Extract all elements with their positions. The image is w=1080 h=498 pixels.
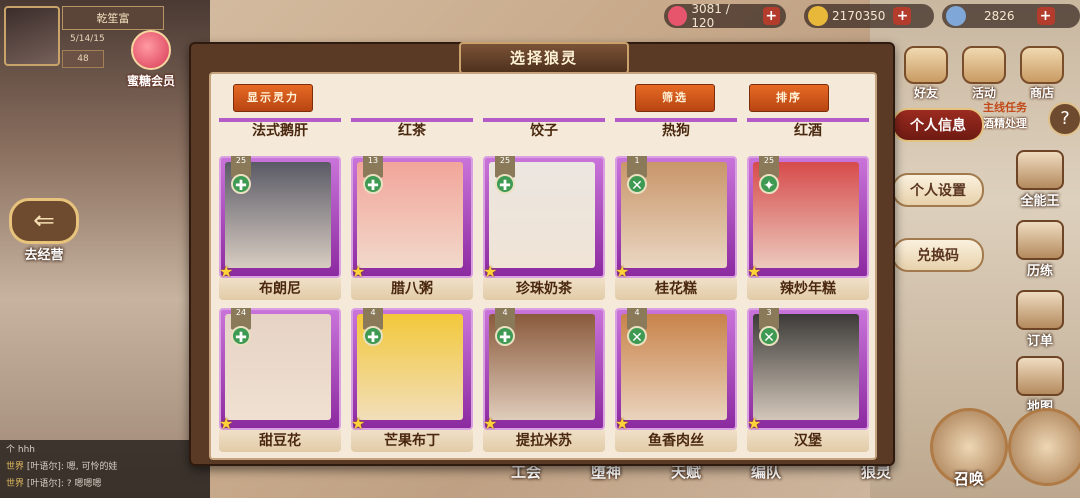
- spirit-name: 热狗: [662, 123, 690, 139]
- spirit-card[interactable]: 25 ✚ ★ 珍珠奶茶: [483, 156, 605, 300]
- chat-header: 个 hhh: [6, 445, 35, 455]
- spirit-name: 法式鹅肝: [252, 123, 308, 139]
- element-badge-icon: ✚: [363, 174, 383, 194]
- training-icon: [1016, 220, 1064, 260]
- map-icon: [1016, 356, 1064, 396]
- spirit-card[interactable]: 24 ✚ ★ 甜豆花: [219, 308, 341, 452]
- chat-line: 世界 [叶语尔]: 嗯, 可怜的娃: [6, 462, 118, 472]
- element-badge-icon: ✕: [627, 326, 647, 346]
- go-shop-label: 去经营: [24, 248, 64, 263]
- element-badge-icon: ✚: [495, 326, 515, 346]
- spirit-card[interactable]: 25 ✚ ★ 布朗尼: [219, 156, 341, 300]
- add-coins-button[interactable]: +: [893, 7, 912, 25]
- element-badge-icon: ✚: [231, 174, 251, 194]
- shop-button[interactable]: 商店: [1020, 46, 1064, 101]
- spirit-name: 提拉米苏: [483, 430, 605, 452]
- summon-button[interactable]: 召唤: [930, 408, 1008, 488]
- spirit-grid[interactable]: 法式鹅肝 红茶 饺子 热狗 红酒 25 ✚ ★ 布朗尼 13 ✚ ★ 腊八粥 25 ✚ ★ 珍珠奶茶 1 ✕ ★ 桂花…: [211, 118, 875, 458]
- element-badge-icon: ✚: [231, 326, 251, 346]
- spirit-card[interactable]: 1 ✕ ★ 桂花糕: [615, 156, 737, 300]
- events-button[interactable]: 活动: [962, 46, 1006, 101]
- friends-icon: [904, 46, 948, 84]
- spirit-name: 饺子: [530, 123, 558, 139]
- add-crystals-button[interactable]: +: [1036, 7, 1055, 25]
- friends-button[interactable]: 好友: [904, 46, 948, 101]
- element-badge-icon: ✕: [759, 326, 779, 346]
- spirit-name: 桂花糕: [615, 278, 737, 300]
- stamina-value: 3081 / 120: [691, 2, 730, 30]
- redeem-code-button[interactable]: 兑换码: [892, 238, 984, 272]
- add-stamina-button[interactable]: +: [762, 7, 780, 25]
- spirit-card[interactable]: 4 ✚ ★ 芒果布丁: [351, 308, 473, 452]
- player-avatar[interactable]: [4, 6, 60, 66]
- coin-icon: [808, 6, 828, 26]
- dialog-content: 显示灵力 筛选 排序 法式鹅肝 红茶 饺子 热狗 红酒 25 ✚ ★ 布朗尼 13 ✚ ★ 腊八粥 25…: [209, 72, 877, 460]
- coins-resource: 2170350 +: [804, 4, 934, 28]
- dialog-title: 选择狼灵: [459, 42, 629, 74]
- spirit-name: 辣炒年糕: [747, 278, 869, 300]
- candy-icon: [131, 30, 171, 70]
- back-arrow-icon: ⇐: [9, 198, 79, 244]
- select-spirit-dialog: 选择狼灵 显示灵力 筛选 排序 法式鹅肝 红茶 饺子 热狗 红酒 25 ✚ ★ 布朗尼 13 ✚ ★…: [189, 42, 895, 466]
- crystals-resource: 2826 +: [942, 4, 1080, 28]
- element-badge-icon: ✦: [759, 174, 779, 194]
- training-button[interactable]: 历练: [1010, 220, 1070, 279]
- cooking-button[interactable]: [1008, 408, 1080, 486]
- heart-icon: [668, 6, 688, 26]
- element-badge-icon: ✚: [363, 326, 383, 346]
- order-icon: [1016, 290, 1064, 330]
- stamina-resource: 3081 / 120 +: [664, 2, 786, 30]
- chef-icon: [1016, 150, 1064, 190]
- spirit-card[interactable]: 4 ✕ ★ 鱼香肉丝: [615, 308, 737, 452]
- spirit-name: 红茶: [398, 123, 426, 139]
- go-shop-button[interactable]: ⇐ 去经营: [6, 198, 82, 270]
- spirit-card[interactable]: 25 ✦ ★ 辣炒年糕: [747, 156, 869, 300]
- personal-settings-button[interactable]: 个人设置: [892, 173, 984, 207]
- spirit-name: 甜豆花: [219, 430, 341, 452]
- spirit-name: 布朗尼: [219, 278, 341, 300]
- crystals-value: 2826: [984, 9, 1015, 23]
- star-icon: [962, 46, 1006, 84]
- spirit-card[interactable]: 4 ✚ ★ 提拉米苏: [483, 308, 605, 452]
- summon-label: 召唤: [953, 470, 984, 488]
- spirit-name: 鱼香肉丝: [615, 430, 737, 452]
- spirit-name: 芒果布丁: [351, 430, 473, 452]
- help-icon[interactable]: ?: [1048, 102, 1080, 136]
- dialog-toolbar: 显示灵力 筛选 排序: [211, 74, 875, 118]
- chat-panel[interactable]: 个 hhh 世界 [叶语尔]: 嗯, 可怜的娃 世界 [叶语尔]: ? 嗯嗯嗯: [0, 440, 210, 498]
- personal-info-button[interactable]: 个人信息: [892, 108, 984, 142]
- sort-button[interactable]: 排序: [749, 84, 829, 112]
- spirit-card[interactable]: 13 ✚ ★ 腊八粥: [351, 156, 473, 300]
- spirit-name: 汉堡: [747, 430, 869, 452]
- element-badge-icon: ✕: [627, 174, 647, 194]
- element-badge-icon: ✚: [495, 174, 515, 194]
- spirit-name: 腊八粥: [351, 278, 473, 300]
- chat-line: 世界 [叶语尔]: ? 嗯嗯嗯: [6, 479, 102, 489]
- show-power-button[interactable]: 显示灵力: [233, 84, 313, 112]
- orders-button[interactable]: 订单: [1010, 290, 1070, 349]
- map-button[interactable]: 地图: [1010, 356, 1070, 415]
- player-name: 乾笙富: [62, 6, 164, 30]
- filter-button[interactable]: 筛选: [635, 84, 715, 112]
- shop-icon: [1020, 46, 1064, 84]
- spirit-name: 珍珠奶茶: [483, 278, 605, 300]
- vip-button[interactable]: 蜜糖会员: [120, 30, 182, 100]
- partial-row: 法式鹅肝 红茶 饺子 热狗 红酒: [211, 118, 875, 148]
- vip-label: 蜜糖会员: [126, 74, 175, 88]
- crystal-icon: [946, 6, 966, 26]
- coins-value: 2170350: [832, 9, 886, 23]
- all-rounder-button[interactable]: 全能王: [1010, 150, 1070, 209]
- player-level: 48: [62, 50, 104, 68]
- spirit-name: 红酒: [794, 123, 822, 139]
- spirit-card[interactable]: 3 ✕ ★ 汉堡: [747, 308, 869, 452]
